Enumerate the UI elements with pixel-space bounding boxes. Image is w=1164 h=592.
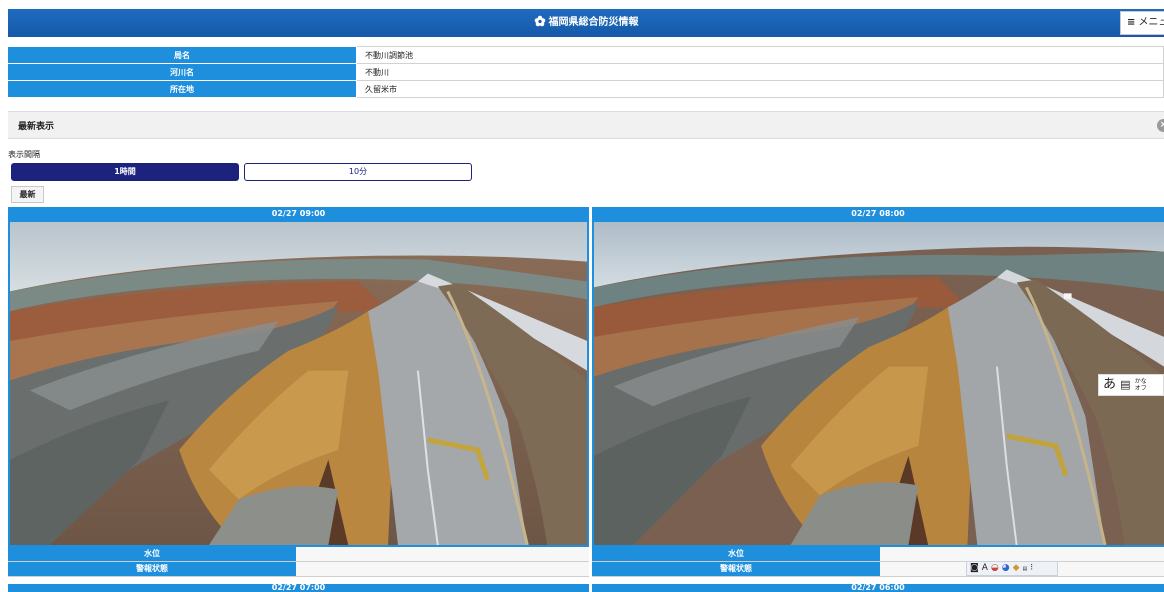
kana-top-label: かな bbox=[1134, 377, 1147, 385]
ime-toolbar[interactable]: あ ▤ かな オフ bbox=[1098, 374, 1164, 396]
hiragana-mode-indicator[interactable]: あ bbox=[1103, 377, 1116, 392]
table-row: 所在地 久留米市 bbox=[7, 80, 1164, 98]
water-level-row: 水位 bbox=[592, 547, 1164, 562]
page-title: 福岡県総合防災情報 bbox=[8, 9, 1164, 37]
next-camera-timestamp: 02/27 07:00 bbox=[8, 584, 589, 592]
river-name-label: 河川名 bbox=[7, 63, 357, 81]
station-name-label: 局名 bbox=[7, 46, 357, 64]
interval-label: 表示間隔 bbox=[8, 150, 40, 159]
alert-status-label: 警報状態 bbox=[592, 562, 880, 576]
input-method-icon[interactable]: ◙ bbox=[970, 563, 979, 573]
latest-section-header: 最新表示 × bbox=[8, 111, 1164, 139]
station-name-value: 不動川調節池 bbox=[356, 46, 1164, 64]
alert-status-label: 警報状態 bbox=[8, 562, 296, 576]
table-row: 局名 不動川調節池 bbox=[7, 46, 1164, 64]
interval-10min-button[interactable]: 10分 bbox=[244, 163, 472, 181]
water-level-value bbox=[880, 547, 1164, 561]
menu-button[interactable]: ≡メニュー bbox=[1120, 11, 1164, 35]
alert-status-row: 警報状態 bbox=[8, 562, 589, 577]
station-info-table: 局名 不動川調節池 河川名 不動川 所在地 久留米市 bbox=[7, 46, 1164, 98]
prefecture-emblem-icon bbox=[534, 15, 545, 27]
help-icon[interactable]: ◕ bbox=[1002, 563, 1010, 573]
hamburger-icon: ≡ bbox=[1127, 17, 1136, 28]
interval-1hour-button[interactable]: 1時間 bbox=[11, 163, 239, 181]
camera-panel: 02/27 08:00 水位 警報状態 bbox=[592, 207, 1164, 577]
language-bar[interactable]: ◙ A ◒ ◕ ◆ ▤ ⁝ bbox=[966, 561, 1058, 576]
page-title-text: 福岡県総合防災情報 bbox=[548, 17, 639, 28]
camera-panel: 02/27 09:00 水位 警報状態 bbox=[8, 207, 589, 577]
tools-icon[interactable]: ◆ bbox=[1013, 563, 1020, 573]
camera-timestamp: 02/27 08:00 bbox=[592, 207, 1164, 221]
latest-section-title: 最新表示 bbox=[18, 122, 55, 132]
dictionary-icon[interactable]: ◒ bbox=[991, 563, 999, 573]
font-icon[interactable]: A bbox=[982, 563, 988, 573]
kana-bottom-label: オフ bbox=[1134, 384, 1147, 392]
alert-status-value bbox=[296, 562, 589, 576]
table-row: 河川名 不動川 bbox=[7, 63, 1164, 81]
refresh-button[interactable]: 最新 bbox=[11, 186, 44, 203]
camera-timestamp: 02/27 09:00 bbox=[8, 207, 589, 221]
alert-status-row: 警報状態 bbox=[592, 562, 1164, 577]
water-level-label: 水位 bbox=[8, 547, 296, 561]
river-camera-photo bbox=[594, 222, 1164, 545]
location-value: 久留米市 bbox=[356, 80, 1164, 98]
location-label: 所在地 bbox=[7, 80, 357, 98]
ime-pad-icon[interactable]: ▤ bbox=[1120, 378, 1130, 391]
options-chevron-icon[interactable]: ⁝ bbox=[1030, 563, 1033, 573]
camera-image[interactable] bbox=[592, 221, 1164, 547]
river-camera-photo bbox=[10, 222, 587, 545]
camera-image[interactable] bbox=[8, 221, 589, 547]
collapse-icon[interactable]: × bbox=[1157, 119, 1164, 132]
app-header: 福岡県総合防災情報 ≡メニュー bbox=[8, 9, 1164, 37]
kana-mode-toggle[interactable]: かな オフ bbox=[1135, 378, 1147, 392]
water-level-label: 水位 bbox=[592, 547, 880, 561]
menu-label: メニュー bbox=[1138, 17, 1164, 28]
water-level-row: 水位 bbox=[8, 547, 589, 562]
next-camera-timestamp: 02/27 06:00 bbox=[592, 584, 1164, 592]
caps-icon[interactable]: ▤ bbox=[1023, 566, 1028, 572]
river-name-value: 不動川 bbox=[356, 63, 1164, 81]
water-level-value bbox=[296, 547, 589, 561]
